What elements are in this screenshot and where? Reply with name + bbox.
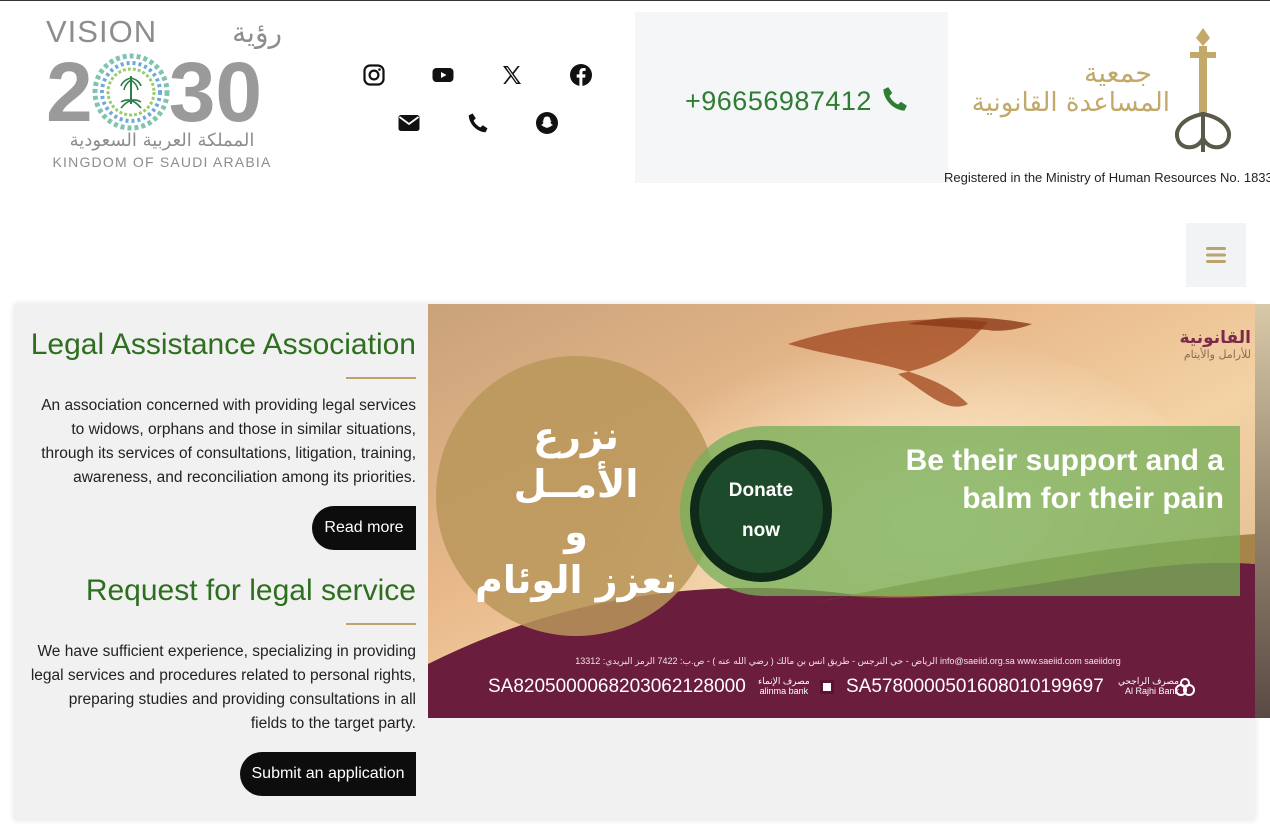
menu-toggle-button[interactable] — [1186, 223, 1246, 287]
hope-line1: نزرع الأمــل — [513, 414, 639, 506]
donate-now-button[interactable]: Donate now — [690, 440, 832, 582]
about-title: Legal Assistance Association — [30, 328, 416, 361]
kingdom-arabic: المملكة العربية السعودية — [69, 130, 255, 151]
mail-icon[interactable] — [395, 109, 423, 137]
vision-number: 2 30 — [46, 45, 286, 139]
request-title: Request for legal service — [85, 574, 416, 607]
hope-line2: و — [564, 510, 588, 554]
phone-icon — [880, 84, 910, 119]
alinma-logo-icon — [820, 680, 834, 694]
vision-digit-30: 30 — [168, 45, 263, 139]
banner-logo-line2: للأرامل والأيتام — [1183, 348, 1251, 361]
vision-digit-2: 2 — [46, 45, 93, 139]
social-links — [348, 52, 608, 152]
vision-emblem-icon — [92, 53, 170, 131]
association-logo-line2: المساعدة القانونية — [971, 88, 1170, 118]
snapchat-icon[interactable] — [533, 109, 561, 137]
submit-application-button[interactable]: Submit an application — [240, 752, 416, 796]
info-column: Legal Assistance Association An associat… — [14, 304, 428, 820]
bank-alrajhi: مصرف الراجحي Al Rajhi Bank — [1118, 676, 1179, 696]
alrajhi-logo-icon — [1175, 678, 1195, 696]
hamburger-icon — [1206, 247, 1226, 263]
banner-logo: القانونية للأرامل والأيتام — [1179, 328, 1251, 361]
hero-banner: القانونية للأرامل والأيتام نزرع الأمــل … — [428, 304, 1255, 718]
kingdom-english: KINGDOM OF SAUDI ARABIA — [52, 154, 272, 170]
phone-number[interactable]: +96656987412 — [685, 86, 872, 117]
bank-alrajhi-ar: مصرف الراجحي — [1118, 676, 1180, 686]
bank-alinma: مصرف الإنماء alinma bank — [758, 676, 810, 696]
bank-alrajhi-en: Al Rajhi Bank — [1124, 686, 1180, 696]
bank-alinma-en: alinma bank — [759, 686, 809, 696]
banner-logo-line1: القانونية — [1179, 328, 1251, 348]
hope-circle: نزرع الأمــل و نعزز الوئام — [436, 356, 716, 636]
phone-icon[interactable] — [464, 109, 492, 137]
read-more-button[interactable]: Read more — [312, 506, 416, 550]
donate-label-line1: Donate — [728, 480, 794, 501]
association-logo[interactable]: جمعية المساعدة القانونية — [960, 26, 1250, 156]
association-emblem-icon — [1175, 28, 1231, 152]
bank-alinma-ar: مصرف الإنماء — [758, 676, 810, 686]
banner-edge — [1255, 304, 1270, 718]
banner-contact-info: الرياض - حي النرجس - طريق انس بن مالك ( … — [575, 656, 1121, 666]
facebook-icon[interactable] — [567, 61, 595, 89]
instagram-icon[interactable] — [360, 61, 388, 89]
vision-2030-logo: VISION رؤية 2 30 المملكة العربية السعودي… — [46, 14, 286, 174]
hope-text: نزرع الأمــل و نعزز الوئام — [466, 412, 686, 604]
registration-note: Registered in the Ministry of Human Reso… — [944, 170, 1270, 185]
youtube-icon[interactable] — [429, 61, 457, 89]
hope-line3: نعزز الوئام — [475, 558, 677, 602]
phone-panel: +96656987412 — [635, 12, 948, 183]
phone-contact[interactable]: +96656987412 — [685, 84, 910, 119]
donate-label-line2: now — [742, 520, 780, 541]
iban-alrajhi: SA5780000501608010199697 — [846, 676, 1104, 697]
request-text: We have sufficient experience, specializ… — [30, 643, 416, 732]
about-text: An association concerned with providing … — [41, 397, 416, 486]
support-text: Be their support and a balm for their pa… — [905, 444, 1224, 515]
top-border — [0, 0, 1270, 1]
vision-arabic: رؤية — [232, 15, 282, 49]
request-divider — [346, 623, 416, 625]
iban-alinma: SA8205000068203062128000 — [488, 676, 746, 697]
about-divider — [346, 377, 416, 379]
x-icon[interactable] — [498, 61, 526, 89]
association-logo-line1: جمعية — [1084, 58, 1152, 89]
